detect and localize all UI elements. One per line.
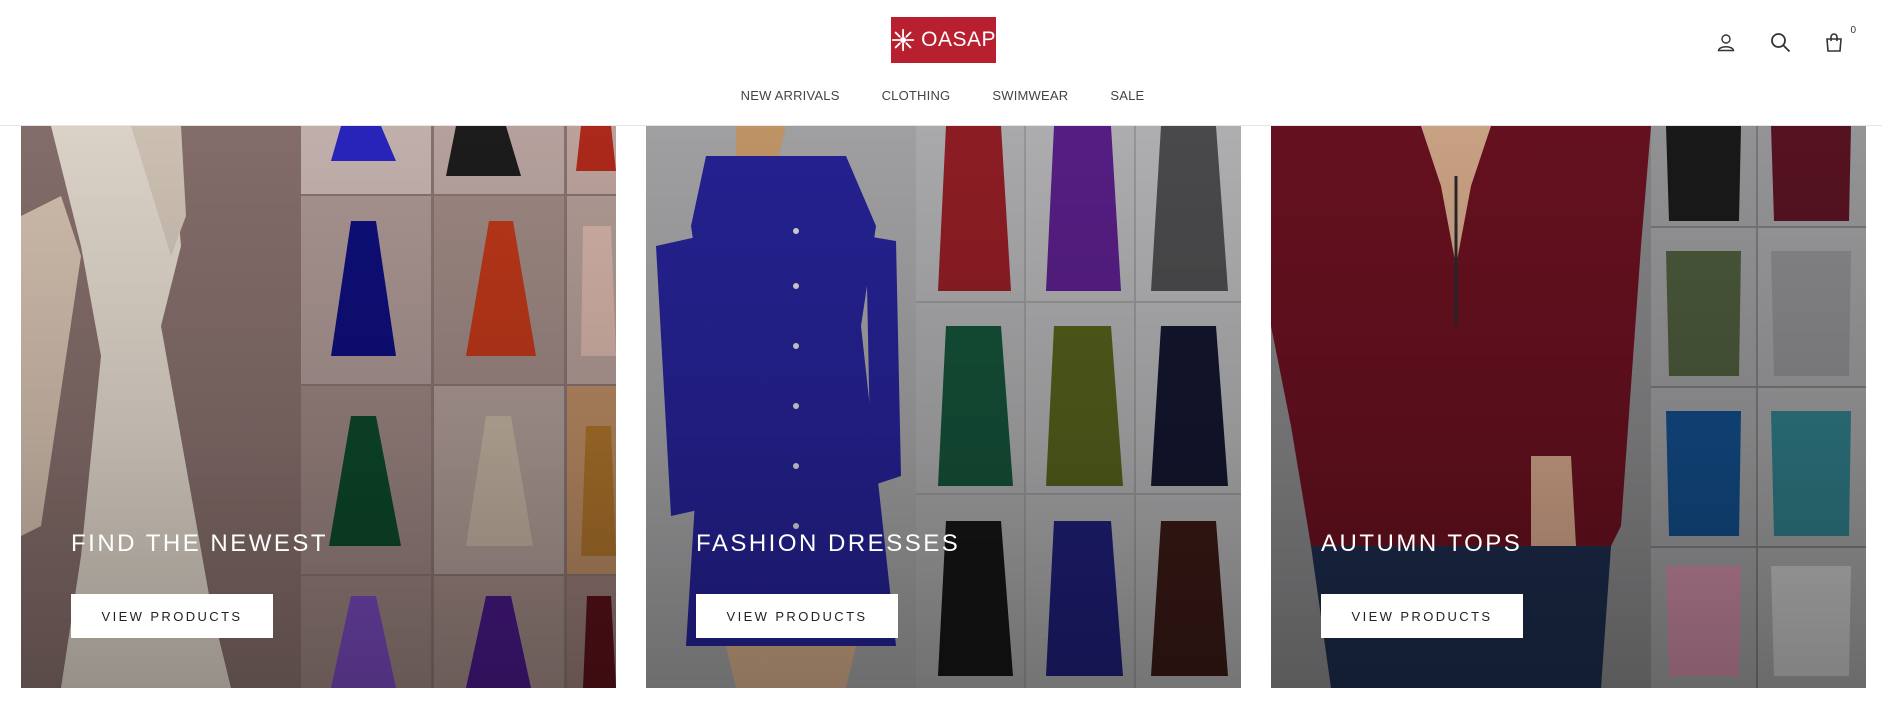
nav-item-new-arrivals[interactable]: NEW ARRIVALS <box>741 88 840 103</box>
main-nav: NEW ARRIVALS CLOTHING SWIMWEAR SALE <box>0 88 1882 103</box>
logo-text: OASAP <box>921 28 996 51</box>
tile-fashion-dresses[interactable]: FASHION DRESSES VIEW PRODUCTS <box>646 126 1241 688</box>
view-products-button[interactable]: VIEW PRODUCTS <box>696 594 898 638</box>
tile-find-the-newest[interactable]: FIND THE NEWEST VIEW PRODUCTS <box>21 126 616 688</box>
tile-autumn-tops[interactable]: AUTUMN TOPS VIEW PRODUCTS <box>1271 126 1866 688</box>
tile-title: FASHION DRESSES <box>696 530 961 557</box>
brand-logo[interactable]: OASAP <box>891 17 996 63</box>
search-icon[interactable] <box>1768 30 1792 54</box>
nav-item-swimwear[interactable]: SWIMWEAR <box>992 88 1068 103</box>
cart-count-badge: 0 <box>1850 25 1856 36</box>
view-products-button[interactable]: VIEW PRODUCTS <box>71 594 273 638</box>
sunburst-logo-icon <box>891 28 915 52</box>
cart-icon[interactable]: 0 <box>1822 25 1856 54</box>
account-icon[interactable] <box>1714 30 1738 54</box>
nav-item-sale[interactable]: SALE <box>1110 88 1144 103</box>
site-header: OASAP 0 NEW ARRIVALS CLOTHING SWIMWEAR S… <box>0 0 1882 126</box>
hero-tiles: FIND THE NEWEST VIEW PRODUCTS FASHION DR… <box>21 126 1866 688</box>
tile-title: AUTUMN TOPS <box>1321 530 1523 557</box>
nav-item-clothing[interactable]: CLOTHING <box>882 88 951 103</box>
tile-title: FIND THE NEWEST <box>71 530 329 557</box>
view-products-button[interactable]: VIEW PRODUCTS <box>1321 594 1523 638</box>
header-icons: 0 <box>1714 25 1856 54</box>
